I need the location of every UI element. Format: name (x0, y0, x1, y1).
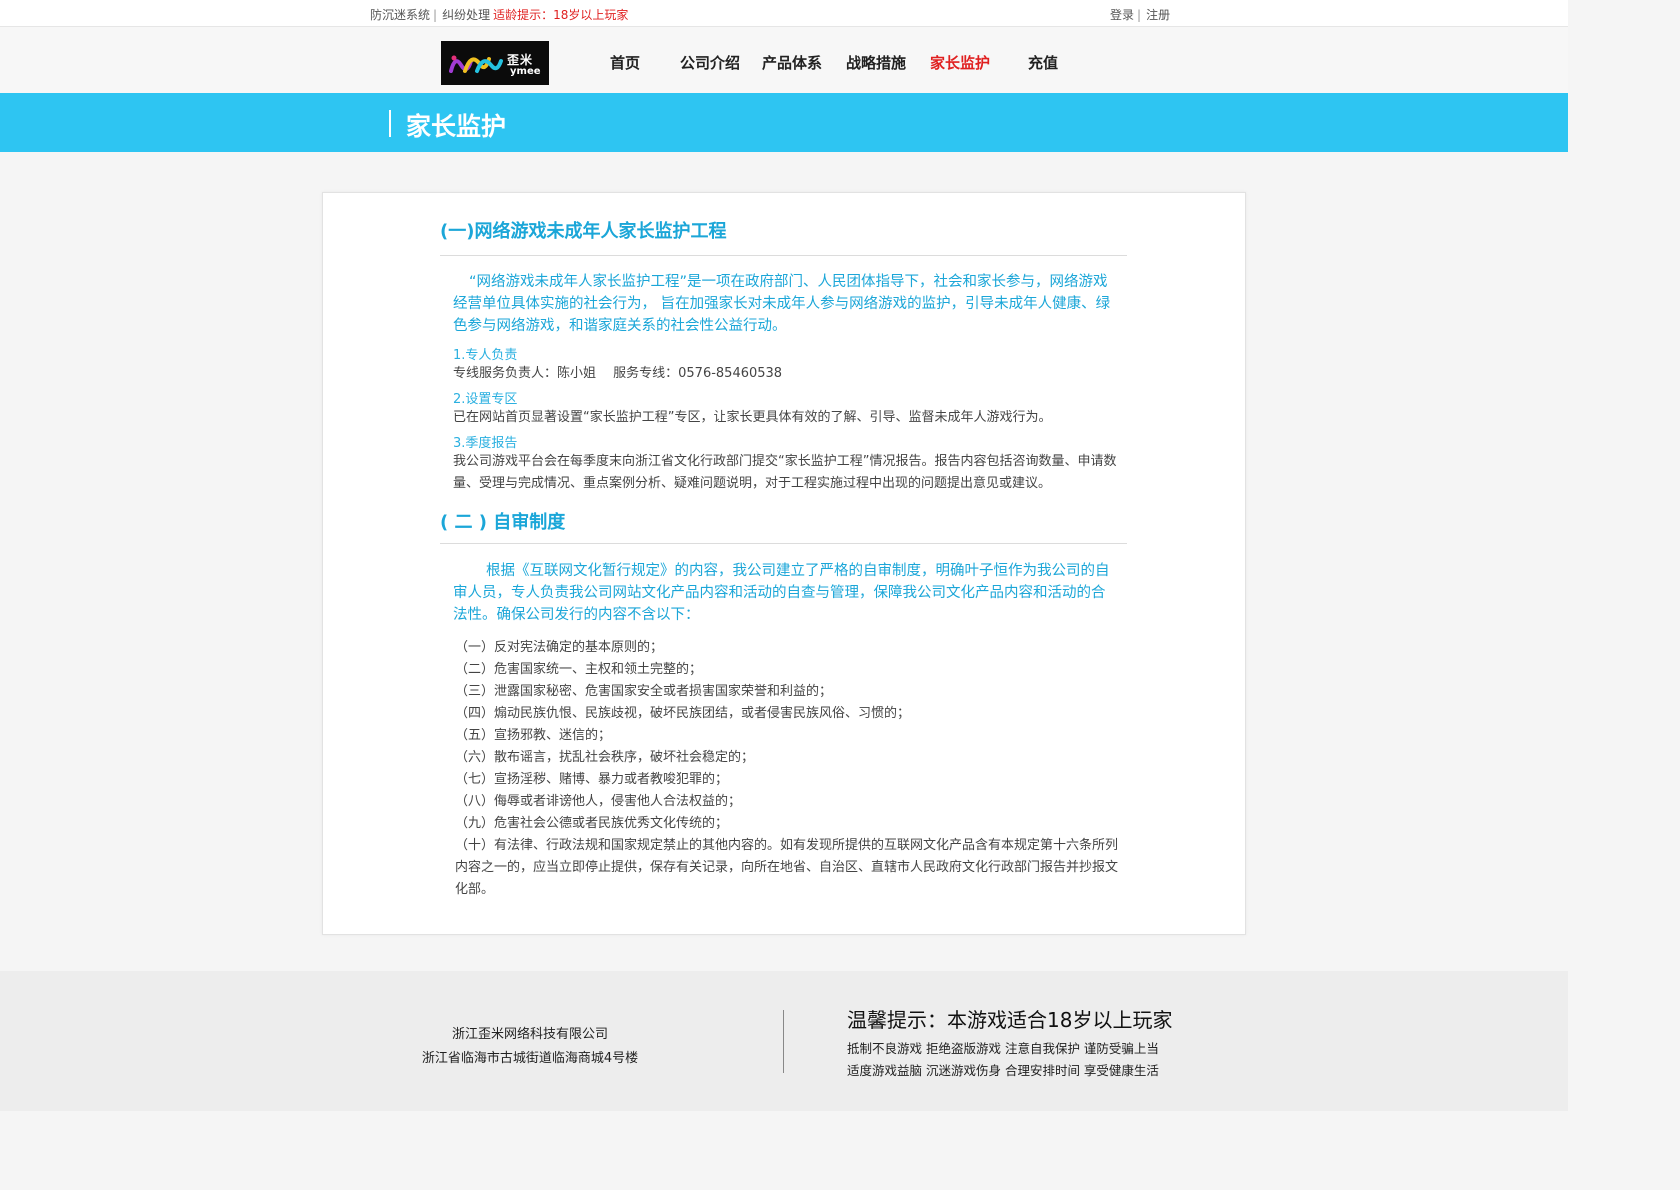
item-text-report: 我公司游戏平台会在每季度末向浙江省文化行政部门提交“家长监护工程”情况报告。报告… (453, 454, 1117, 491)
page-title: 家长监护 (406, 112, 507, 141)
section2-lead: 根据《互联网文化暂行规定》的内容，我公司建立了严格的自审制度，明确叶子恒作为我公… (453, 563, 1110, 623)
list-item: （八）侮辱或者诽谤他人，侵害他人合法权益的； (455, 794, 742, 809)
nav-strategy[interactable]: 战略措施 (846, 52, 906, 73)
footer-address: 浙江省临海市古城街道临海商城4号楼 (421, 1051, 639, 1066)
nav-home[interactable]: 首页 (610, 52, 640, 73)
footer: 浙江歪米网络科技有限公司 浙江省临海市古城街道临海商城4号楼 温馨提示：本游戏适… (0, 971, 1568, 1111)
section-title-self-review: ( 二 ) 自审制度 (440, 512, 566, 533)
main-header: 歪米 ymee 首页 公司介绍 产品体系 战略措施 家长监护 充值 (0, 27, 1568, 93)
anti-addiction-link[interactable]: 防沉迷系统 (370, 8, 430, 22)
list-item: （九）危害社会公德或者民族优秀文化传统的； (455, 816, 729, 831)
page-banner: 家长监护 (0, 93, 1568, 152)
item-heading-report: 3.季度报告 (453, 436, 518, 451)
list-item: （十）有法律、行政法规和国家规定禁止的其他内容的。如有发现所提供的互联网文化产品… (455, 838, 1119, 897)
list-item: （五）宣扬邪教、迷信的； (455, 728, 612, 743)
list-item: （六）散布谣言，扰乱社会秩序，破坏社会稳定的； (455, 750, 755, 765)
footer-company: 浙江歪米网络科技有限公司 (451, 1027, 608, 1042)
top-bar-left: 防沉迷系统 | 纠纷处理 适龄提示：18岁以上玩家 (370, 6, 628, 23)
nav-parental-guardian[interactable]: 家长监护 (930, 52, 990, 73)
item-text-zone: 已在网站首页显著设置“家长监护工程”专区，让家长更具体有效的了解、引导、监督未成… (453, 410, 1052, 425)
footer-divider (783, 1010, 784, 1073)
section-title-guardian-project: (一)网络游戏未成年人家长监护工程 (440, 221, 727, 242)
logo-wave-icon (449, 55, 503, 73)
ymee-logo[interactable]: 歪米 ymee (441, 41, 549, 85)
logo-text-en: ymee (510, 66, 541, 77)
section1-lead: “网络游戏未成年人家长监护工程”是一项在政府部门、人民团体指导下，社会和家长参与… (453, 274, 1111, 334)
register-link[interactable]: 注册 (1146, 8, 1170, 22)
item-heading-dedicated: 1.专人负责 (453, 348, 518, 363)
divider (440, 255, 1127, 256)
dispute-link[interactable]: 纠纷处理 (442, 8, 490, 22)
footer-health-tip: 温馨提示：本游戏适合18岁以上玩家 (847, 1008, 1173, 1032)
list-item: （二）危害国家统一、主权和领土完整的； (455, 662, 703, 677)
footer-advice-line-1: 抵制不良游戏 拒绝盗版游戏 注意自我保护 谨防受骗上当 (847, 1041, 1159, 1056)
list-item: （一）反对宪法确定的基本原则的； (455, 640, 664, 655)
item-heading-zone: 2.设置专区 (453, 392, 518, 407)
top-bar: 防沉迷系统 | 纠纷处理 适龄提示：18岁以上玩家 登录 | 注册 (0, 0, 1568, 27)
list-item: （三）泄露国家秘密、危害国家安全或者损害国家荣誉和利益的； (455, 684, 833, 699)
top-bar-right: 登录 | 注册 (1110, 6, 1170, 23)
footer-advice-line-2: 适度游戏益脑 沉迷游戏伤身 合理安排时间 享受健康生活 (847, 1063, 1159, 1078)
divider (440, 543, 1127, 544)
banner-divider (389, 110, 391, 137)
list-item: （四）煽动民族仇恨、民族歧视，破坏民族团结，或者侵害民族风俗、习惯的； (455, 706, 911, 721)
separator: | (433, 8, 438, 22)
age-warning: 适龄提示：18岁以上玩家 (493, 8, 629, 22)
content-card: (一)网络游戏未成年人家长监护工程 “网络游戏未成年人家长监护工程”是一项在政府… (322, 192, 1246, 935)
separator: | (1137, 8, 1142, 22)
login-link[interactable]: 登录 (1110, 8, 1134, 22)
item-text-dedicated: 专线服务负责人：陈小姐 服务专线：0576-85460538 (453, 366, 783, 381)
list-item: （七）宣扬淫秽、赌博、暴力或者教唆犯罪的； (455, 772, 729, 787)
nav-products[interactable]: 产品体系 (762, 52, 822, 73)
nav-company[interactable]: 公司介绍 (680, 52, 740, 73)
nav-recharge[interactable]: 充值 (1028, 52, 1058, 73)
